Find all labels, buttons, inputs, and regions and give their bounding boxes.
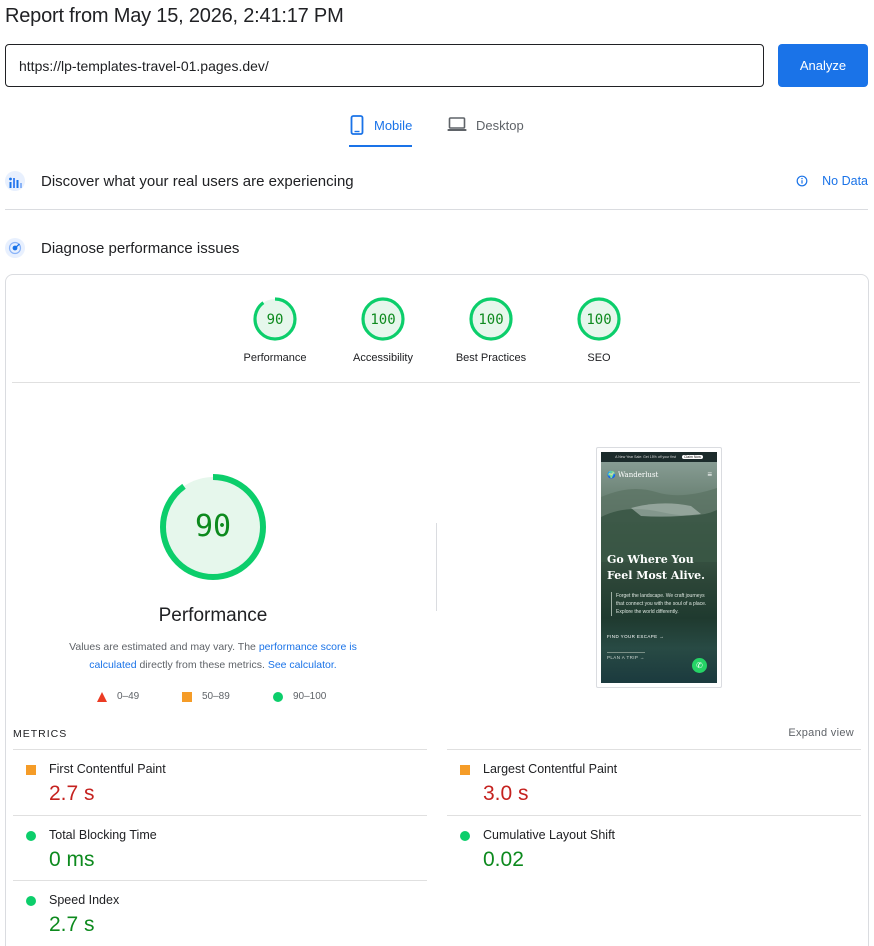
score-value: 90 [267,312,284,328]
field-data-title: Discover what your real users are experi… [41,172,354,190]
metric-value: 2.7 s [49,913,95,936]
metric-cumulative-layout-shift: Cumulative Layout Shift 0.02 [447,815,861,881]
screenshot-cta: FIND YOUR ESCAPE → [607,634,665,639]
diagnose-header: Diagnose performance issues [5,236,868,260]
score-performance[interactable]: 90 Performance [221,296,329,364]
performance-description: Values are estimated and may vary. The p… [48,638,378,674]
pass-circle-icon [26,896,36,906]
tab-mobile-label: Mobile [374,118,413,133]
metric-name: Largest Contentful Paint [483,762,618,776]
info-icon [796,175,808,187]
crux-users-icon [5,171,25,191]
metric-value: 0 ms [49,848,95,871]
square-icon [182,691,192,702]
score-label: Performance [243,352,307,364]
vertical-divider [436,523,437,611]
triangle-icon [97,691,107,702]
screenshot-announcement-bar: A New Year Sale: Get 15% off your first … [601,452,717,462]
screenshot-image: A New Year Sale: Get 15% off your first … [601,452,717,683]
score-seo[interactable]: 100 SEO [545,296,653,364]
average-square-icon [460,765,470,775]
scores-divider [12,382,860,383]
screenshot-body: Forget the landscape. We craft journeys … [611,592,711,616]
metric-largest-contentful-paint: Largest Contentful Paint 3.0 s [447,749,861,815]
screenshot-logo: 🌍 Wanderlust [607,471,659,479]
final-screenshot[interactable]: A New Year Sale: Get 15% off your first … [596,447,722,688]
laptop-icon [447,117,467,131]
screenshot-logo-text: Wanderlust [617,471,659,479]
metric-speed-index: Speed Index 2.7 s [13,880,427,946]
analyze-button[interactable]: Analyze [778,44,868,87]
average-square-icon [26,765,36,775]
metric-name: Total Blocking Time [49,828,157,842]
metric-first-contentful-paint: First Contentful Paint 2.7 s [13,749,427,815]
score-label: Best Practices [455,352,527,364]
score-best-practices[interactable]: 100 Best Practices [437,296,545,364]
no-data-status[interactable]: No Data [796,174,868,188]
url-field-container[interactable] [5,44,764,87]
tab-desktop[interactable]: Desktop [447,113,524,147]
section-divider [5,209,868,210]
screenshot-headline: Go Where You Feel Most Alive. [607,553,705,582]
report-title: Report from May 15, 2026, 2:41:17 PM [5,5,344,27]
pass-circle-icon [26,831,36,841]
performance-score-value: 90 [195,509,231,544]
score-gauge: 100 [469,297,513,341]
whatsapp-icon: ✆ [692,658,707,673]
metric-value: 0.02 [483,848,524,871]
screenshot-cta-secondary: PLAN A TRIP → [607,652,645,660]
metric-name: First Contentful Paint [49,762,166,776]
score-label: SEO [587,352,611,364]
metric-total-blocking-time: Total Blocking Time 0 ms [13,815,427,881]
field-data-header: Discover what your real users are experi… [5,169,868,193]
expand-view-toggle[interactable]: Expand view [788,727,854,739]
score-value: 100 [478,312,503,328]
score-accessibility[interactable]: 100 Accessibility [329,296,437,364]
performance-desc-text-2: directly from these metrics. [136,659,268,671]
metric-value: 2.7 s [49,782,95,805]
screenshot-topbar-button: Claim Now [681,455,703,459]
legend-range: 50–89 [202,691,230,702]
see-calculator-link[interactable]: See calculator. [268,659,337,671]
lighthouse-icon [5,238,25,258]
tab-desktop-label: Desktop [476,118,524,133]
score-label: Accessibility [353,352,413,364]
performance-desc-text-1: Values are estimated and may vary. The [69,641,259,653]
score-gauge: 100 [577,297,621,341]
metric-value: 3.0 s [483,782,529,805]
diagnose-title: Diagnose performance issues [41,239,240,257]
legend-average: 50–89 [182,691,230,702]
menu-icon: ≡ [707,470,712,479]
metrics-heading: METRICS [13,728,68,740]
score-gauge: 100 [361,297,405,341]
legend-pass: 90–100 [273,691,326,702]
metric-name: Speed Index [49,893,120,907]
smartphone-icon [350,115,364,135]
no-data-label: No Data [822,174,868,188]
legend-range: 0–49 [117,691,140,702]
tab-mobile[interactable]: Mobile [349,113,413,147]
screenshot-topbar-text: A New Year Sale: Get 15% off your first [615,455,676,459]
legend-range: 90–100 [293,691,327,702]
metric-name: Cumulative Layout Shift [483,828,616,842]
performance-gauge: 90 [160,474,266,580]
pass-circle-icon [460,831,470,841]
url-input[interactable] [6,45,763,86]
circle-icon [273,691,283,702]
legend-fail: 0–49 [97,691,139,702]
performance-title: Performance [158,605,268,626]
score-value: 100 [586,312,611,328]
score-gauge: 90 [253,297,297,341]
score-value: 100 [370,312,395,328]
